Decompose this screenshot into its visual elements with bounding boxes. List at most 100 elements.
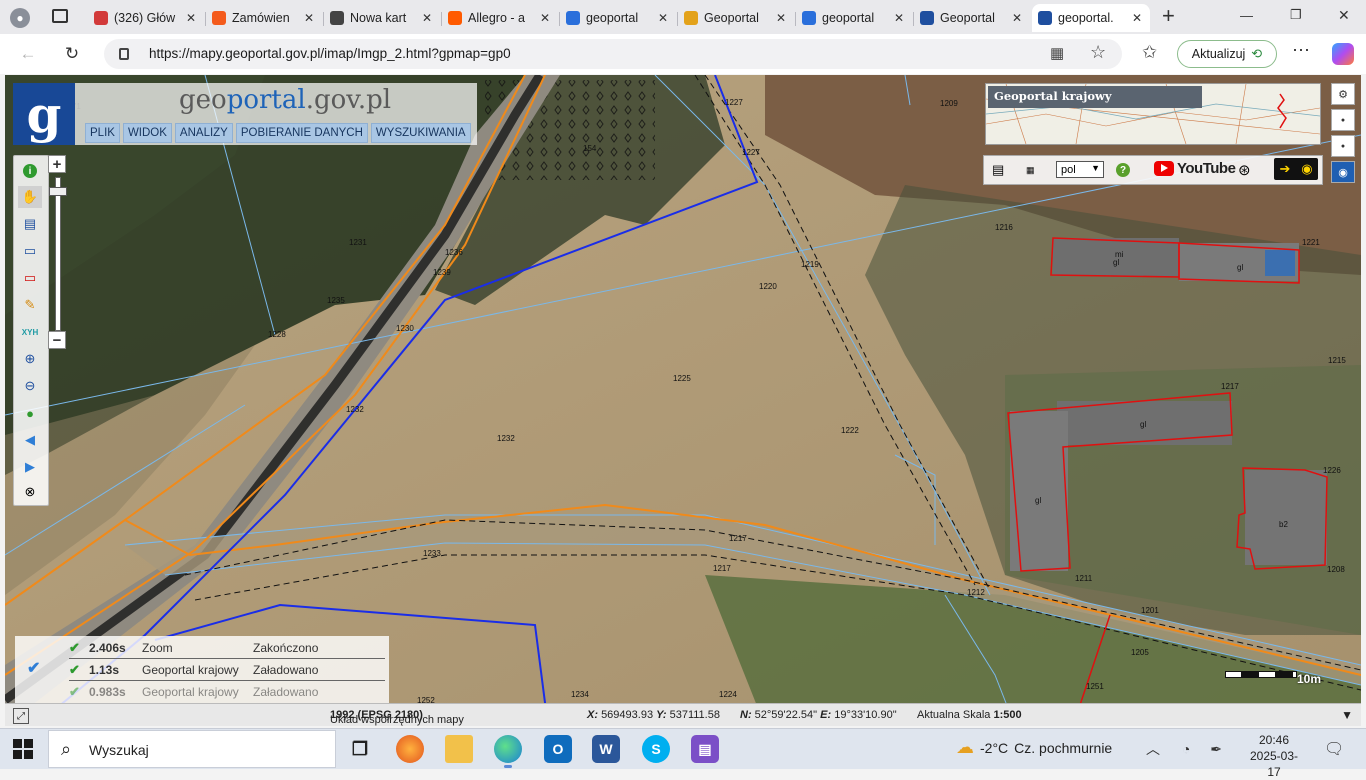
- current-scale: Aktualna Skala 1:500: [917, 709, 1022, 721]
- settings-wheel-icon[interactable]: ⊗: [18, 481, 42, 503]
- browser-profile-icon[interactable]: ●: [10, 8, 30, 28]
- notifications-icon[interactable]: 🗨: [1324, 739, 1344, 759]
- file-explorer-icon[interactable]: [445, 735, 473, 763]
- log-summary-check-icon[interactable]: ✔: [27, 658, 40, 678]
- toggle-dot-icon[interactable]: ●: [1331, 109, 1355, 131]
- legend-icon[interactable]: ▤: [18, 213, 42, 235]
- x-label: X:: [587, 709, 598, 721]
- update-browser-button[interactable]: Aktualizuj ⟲: [1177, 40, 1277, 68]
- back-arrow-icon[interactable]: ←: [16, 42, 40, 66]
- help-icon[interactable]: ?: [1116, 160, 1130, 180]
- contrast-toggle[interactable]: ➔ ◉: [1274, 158, 1318, 180]
- close-tab-icon[interactable]: ✕: [658, 11, 670, 25]
- chevron-down-icon[interactable]: ▼: [1341, 708, 1353, 722]
- tab-actions-icon[interactable]: [52, 9, 68, 23]
- favorites-collection-icon[interactable]: ✩: [1142, 42, 1157, 63]
- wifi-icon[interactable]: ◔: [1182, 741, 1190, 757]
- zoom-out-icon[interactable]: ⊖: [18, 375, 42, 397]
- menu-item-pobieranie-danych[interactable]: POBIERANIE DANYCH: [235, 123, 368, 143]
- forms-app-icon[interactable]: ▤: [691, 735, 719, 763]
- youtube-link[interactable]: YouTube: [1154, 160, 1236, 177]
- close-tab-icon[interactable]: ✕: [186, 11, 198, 25]
- browser-tab[interactable]: geoportal ✕: [560, 4, 676, 32]
- expand-log-icon[interactable]: ⤢: [13, 708, 29, 724]
- close-tab-icon[interactable]: ✕: [1132, 11, 1144, 25]
- pen-icon[interactable]: ✒: [1210, 741, 1222, 757]
- layers-icon[interactable]: ⚙: [1331, 83, 1355, 105]
- brand-part-portal: portal: [226, 85, 306, 115]
- toggle-dot-icon[interactable]: ●: [1331, 135, 1355, 157]
- notes-icon[interactable]: ▤: [992, 160, 1004, 180]
- browser-tab[interactable]: geoportal ✕: [796, 4, 912, 32]
- close-tab-icon[interactable]: ✕: [776, 11, 788, 25]
- browser-tab[interactable]: Nowa kart ✕: [324, 4, 440, 32]
- windows-start-icon[interactable]: [13, 739, 33, 759]
- new-tab-button[interactable]: +: [1162, 3, 1175, 29]
- close-window-button[interactable]: ✕: [1338, 7, 1350, 24]
- outlook-icon[interactable]: O: [544, 735, 572, 763]
- zoom-track[interactable]: [55, 177, 61, 331]
- zoom-in-icon[interactable]: ⊕: [18, 348, 42, 370]
- more-menu-icon[interactable]: ⋯: [1292, 40, 1310, 61]
- taskbar-search-box[interactable]: ⌕ Wyszukaj: [48, 730, 336, 768]
- info-icon[interactable]: i: [18, 160, 42, 182]
- language-select[interactable]: pol ▼: [1056, 161, 1104, 178]
- browser-tab[interactable]: Geoportal ✕: [914, 4, 1030, 32]
- map-viewport[interactable]: 1227 1227 1219 1220 1225 1222 1232 1232 1230 1235…: [5, 75, 1361, 726]
- log-status: Zakończono: [253, 641, 319, 655]
- zoom-slider-handle[interactable]: [49, 187, 67, 196]
- system-tray[interactable]: ︿ ◔ ✒: [1146, 739, 1222, 759]
- pan-hand-icon[interactable]: ✋: [18, 186, 42, 208]
- browser-tab[interactable]: Zamówien ✕: [206, 4, 322, 32]
- word-icon[interactable]: W: [592, 735, 620, 763]
- parcel-label: gl: [1140, 420, 1146, 429]
- browser-tab[interactable]: Geoportal ✕: [678, 4, 794, 32]
- minimize-button[interactable]: —: [1240, 8, 1253, 23]
- print-area-icon[interactable]: ▭: [18, 267, 42, 289]
- menu-item-analizy[interactable]: ANALIZY: [174, 123, 233, 143]
- full-extent-globe-icon[interactable]: ●: [18, 402, 42, 424]
- app-available-icon[interactable]: ▦: [1050, 44, 1064, 62]
- task-view-icon[interactable]: ❐: [346, 735, 374, 763]
- parcel-label: 1224: [719, 690, 737, 699]
- browser-tab[interactable]: Allegro - a ✕: [442, 4, 558, 32]
- previous-view-arrow-icon[interactable]: ◀: [18, 429, 42, 451]
- weather-widget[interactable]: ☁ -2°C Cz. pochmurnie: [956, 737, 1112, 758]
- close-tab-icon[interactable]: ✕: [894, 11, 906, 25]
- menu-item-wyszukiwania[interactable]: WYSZUKIWANIA: [370, 123, 471, 143]
- overview-map-panel[interactable]: Geoportal krajowy: [985, 83, 1321, 145]
- favorite-star-icon[interactable]: ☆: [1090, 42, 1106, 63]
- accessibility-wheel-icon[interactable]: ⊛: [1238, 160, 1251, 180]
- site-info-lock-icon[interactable]: [119, 48, 129, 60]
- visibility-eye-icon[interactable]: ◉: [1331, 161, 1355, 183]
- reload-icon[interactable]: ↻: [60, 42, 84, 66]
- draw-pencil-icon[interactable]: ✎: [18, 294, 42, 316]
- menu-item-plik[interactable]: PLIK: [85, 123, 120, 143]
- url-text[interactable]: https://mapy.geoportal.gov.pl/imap/Imgp_…: [149, 46, 511, 61]
- chevron-up-icon[interactable]: ︿: [1146, 741, 1160, 757]
- browser-tab[interactable]: (326) Głów ✕: [88, 4, 204, 32]
- close-tab-icon[interactable]: ✕: [422, 11, 434, 25]
- copilot-icon[interactable]: [1332, 43, 1354, 65]
- zoom-plus-button[interactable]: +: [48, 155, 66, 173]
- shop-tab-icon: [212, 11, 226, 25]
- brand-title: geoportal.gov.pl: [179, 85, 391, 115]
- zoom-minus-button[interactable]: −: [48, 331, 66, 349]
- next-view-arrow-icon[interactable]: ▶: [18, 456, 42, 478]
- menu-item-widok[interactable]: WIDOK: [122, 123, 172, 143]
- taskbar-clock[interactable]: 20:46 2025-03-17: [1246, 732, 1302, 780]
- main-menu: PLIK WIDOK ANALIZY POBIERANIE DANYCH WYSZUKI…: [85, 123, 471, 143]
- geoportal-logo[interactable]: g: [13, 83, 75, 145]
- browser-tab[interactable]: geoportal. ✕: [1032, 4, 1150, 32]
- close-tab-icon[interactable]: ✕: [540, 11, 552, 25]
- maximize-button[interactable]: ❐: [1290, 7, 1302, 23]
- edge-icon[interactable]: [494, 735, 522, 763]
- wms-icon[interactable]: ▦: [1026, 160, 1035, 180]
- skype-icon[interactable]: S: [642, 735, 670, 763]
- address-bar[interactable]: https://mapy.geoportal.gov.pl/imap/Imgp_…: [104, 39, 1122, 69]
- firefox-icon[interactable]: [396, 735, 424, 763]
- close-tab-icon[interactable]: ✕: [304, 11, 316, 25]
- xyh-coordinates-icon[interactable]: XYH: [18, 321, 42, 343]
- close-tab-icon[interactable]: ✕: [1012, 11, 1024, 25]
- select-area-icon[interactable]: ▭: [18, 240, 42, 262]
